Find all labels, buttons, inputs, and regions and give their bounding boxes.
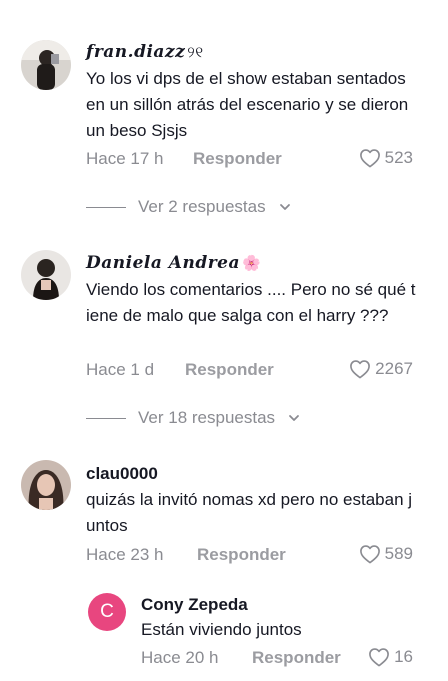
avatar-letter: C: [100, 601, 114, 622]
comment-item: fran.diazz ୨୧ Yo los vi dps de el show es…: [0, 0, 448, 230]
chevron-down-icon: [289, 415, 299, 421]
reply-button[interactable]: Responder: [193, 149, 282, 169]
like-button[interactable]: 16: [368, 647, 413, 667]
like-count: 589: [384, 544, 413, 563]
like-count: 523: [384, 148, 413, 167]
heart-icon: [369, 648, 389, 667]
view-replies-button[interactable]: Ver 18 respuestas: [86, 408, 301, 428]
username-text[interactable]: Daniela Andrea: [86, 253, 240, 273]
like-button[interactable]: 523: [359, 148, 413, 168]
comment-text: Viendo los comentarios .... Pero no sé q…: [86, 280, 416, 325]
username[interactable]: clau0000: [86, 464, 158, 484]
heart-icon: [350, 360, 371, 379]
comment-time: Hace 20 h: [141, 648, 219, 667]
avatar[interactable]: [21, 460, 71, 510]
username-badge: 🌸: [242, 254, 262, 272]
reply-button[interactable]: Responder: [185, 360, 274, 380]
avatar[interactable]: [21, 250, 71, 300]
like-button[interactable]: 589: [359, 544, 413, 564]
view-replies-label[interactable]: Ver 18 respuestas: [138, 408, 275, 428]
comment-time: Hace 17 h: [86, 149, 164, 168]
divider-line: [86, 206, 126, 208]
view-replies-label[interactable]: Ver 2 respuestas: [138, 197, 266, 217]
view-replies-button[interactable]: Ver 2 respuestas: [86, 197, 292, 217]
comment-item: clau0000 quizás la invitó nomas xd pero …: [0, 445, 448, 585]
reply-button[interactable]: Responder: [197, 545, 286, 565]
divider-line: [86, 417, 126, 419]
comment-time: Hace 23 h: [86, 545, 164, 564]
avatar[interactable]: [21, 40, 71, 90]
comment-text: Yo los vi dps de el show estaban sentado…: [86, 69, 409, 140]
comment-text: Están viviendo juntos: [141, 620, 302, 639]
like-count: 16: [394, 647, 413, 666]
reply-item: C Cony Zepeda Están viviendo juntos Hace…: [0, 585, 448, 681]
username-badge: ୨୧: [187, 43, 204, 61]
heart-icon: [359, 545, 380, 564]
reply-button[interactable]: Responder: [252, 648, 341, 668]
username-text[interactable]: fran.diazz: [86, 42, 185, 62]
username[interactable]: Cony Zepeda: [141, 595, 248, 615]
avatar[interactable]: C: [88, 593, 126, 631]
chevron-down-icon: [279, 204, 290, 210]
comment-time: Hace 1 d: [86, 360, 155, 379]
username[interactable]: fran.diazz ୨୧: [86, 42, 204, 62]
comment-item: Daniela Andrea 🌸 Viendo los comentarios .…: [0, 230, 448, 445]
heart-icon: [359, 149, 380, 168]
like-count: 2267: [375, 359, 413, 378]
username[interactable]: Daniela Andrea 🌸: [86, 253, 261, 273]
like-button[interactable]: 2267: [349, 359, 413, 379]
comment-text: quizás la invitó nomas xd pero no estaba…: [86, 490, 413, 535]
